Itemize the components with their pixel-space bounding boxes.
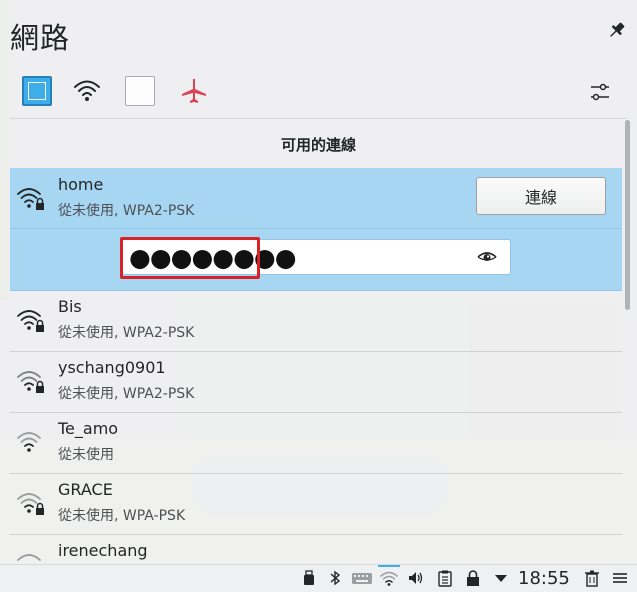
active-tray-indicator — [378, 565, 400, 567]
volume-icon[interactable] — [407, 569, 425, 587]
wifi-secured-icon — [17, 493, 44, 515]
connection-item-yschang0901[interactable]: yschang0901 從未使用, WPA2-PSK — [10, 351, 622, 413]
system-panel: 18:55 — [0, 564, 637, 592]
connection-status: 從未使用, WPA2-PSK — [58, 386, 195, 402]
wifi-icon — [74, 80, 100, 101]
connection-item-te-amo[interactable]: Te_amo 從未使用 — [10, 412, 622, 474]
connection-item-grace[interactable]: GRACE 從未使用, WPA-PSK — [10, 473, 622, 535]
bluetooth-icon[interactable] — [326, 569, 344, 587]
connection-name: yschang0901 — [58, 358, 166, 377]
usb-icon[interactable] — [300, 569, 318, 587]
available-connections-heading: 可用的連線 — [280, 136, 356, 154]
network-applet-popup: 網路 可用的連線 home 從未使用, WPA2-PSK 連線 ●●●●●●●●… — [0, 0, 637, 564]
connection-name: Te_amo — [58, 419, 119, 438]
wireless-toggle-checkbox[interactable] — [125, 76, 155, 106]
wifi-secured-icon — [17, 310, 44, 332]
wifi-icon — [17, 554, 41, 561]
pin-icon[interactable] — [606, 19, 628, 41]
network-wifi-icon[interactable] — [380, 569, 398, 587]
wifi-open-icon — [17, 432, 41, 452]
connection-item-bis[interactable]: Bis 從未使用, WPA2-PSK — [10, 290, 622, 352]
scrollbar-thumb[interactable] — [625, 120, 630, 310]
trash-icon[interactable] — [583, 569, 601, 587]
configure-icon[interactable] — [588, 80, 612, 104]
header-separator — [10, 118, 627, 119]
ethernet-toggle-checkbox[interactable] — [22, 76, 52, 106]
eye-icon[interactable] — [476, 246, 498, 268]
lock-icon[interactable] — [464, 569, 482, 587]
connection-status: 從未使用 — [58, 447, 114, 463]
applet-title: 網路 — [10, 21, 71, 55]
connection-name: home — [58, 175, 104, 194]
connect-button[interactable]: 連線 — [476, 177, 606, 215]
connection-name: Bis — [58, 297, 82, 316]
password-annotation-box — [120, 237, 260, 279]
wifi-secured-icon — [17, 188, 44, 210]
connection-status: 從未使用, WPA2-PSK — [58, 325, 195, 341]
list-scrollbar[interactable] — [624, 120, 632, 560]
connection-item-home[interactable]: home 從未使用, WPA2-PSK 連線 ●●●●●●●● — [10, 168, 622, 291]
connection-name: irenechang — [58, 541, 148, 560]
connection-item-irenechang[interactable]: irenechang — [10, 534, 622, 564]
connection-status: 從未使用, WPA-PSK — [58, 508, 186, 524]
connection-status: 從未使用, WPA2-PSK — [58, 203, 195, 219]
keyboard-icon[interactable] — [351, 569, 373, 587]
connection-list: home 從未使用, WPA2-PSK 連線 ●●●●●●●● Bis 從未使用… — [10, 168, 622, 564]
airplane-icon[interactable] — [179, 76, 209, 106]
menu-icon[interactable] — [611, 569, 629, 587]
clock[interactable]: 18:55 — [518, 568, 570, 589]
wifi-secured-icon — [17, 371, 44, 393]
expand-arrow-icon[interactable] — [492, 569, 510, 587]
connection-name: GRACE — [58, 480, 113, 499]
clipboard-icon[interactable] — [436, 569, 454, 587]
row-divider — [10, 228, 622, 229]
